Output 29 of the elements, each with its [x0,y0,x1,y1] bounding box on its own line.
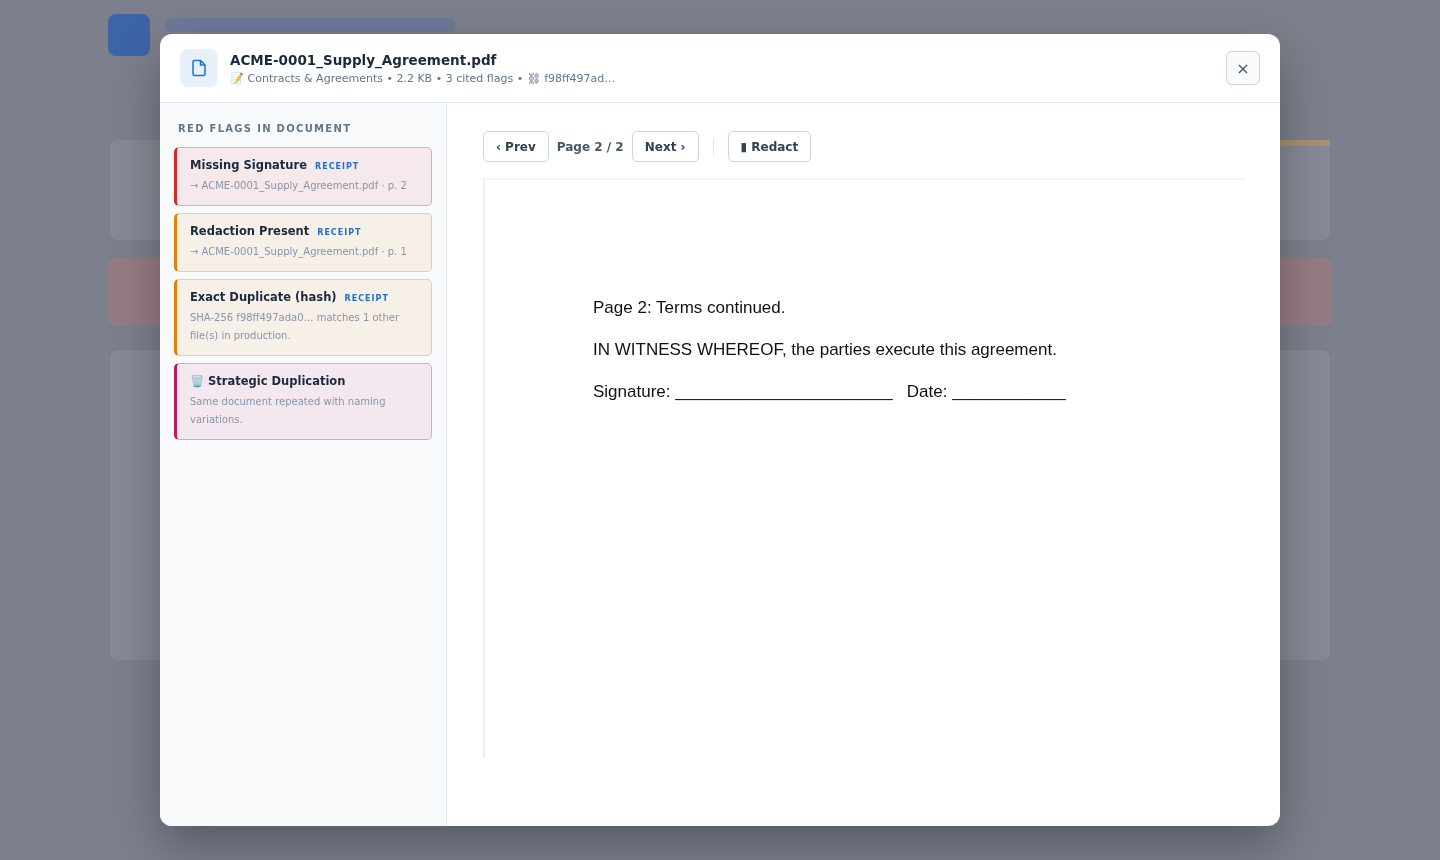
flag-title: Redaction Present [190,224,310,238]
flag-tag: RECEIPT [344,294,389,303]
file-icon [180,49,218,87]
flag-title: 🗑 Strategic Duplication [190,374,346,388]
flag-tag: RECEIPT [317,228,362,237]
blurred-stripe [1280,140,1330,146]
sidebar-heading: RED FLAGS IN DOCUMENT [178,123,353,134]
flag-tag: RECEIPT [315,162,360,171]
flag-detail: → ACME-0001_Supply_Agreement.pdf · p. 1 [190,245,408,260]
prev-button[interactable]: ‹ Prev [483,131,549,162]
document-line: Signature: _______________________ Date: ____________ [593,382,1067,402]
flag-card[interactable]: 🗑 Strategic Duplication Same document repeated with naming variations. [174,363,432,440]
flag-detail: SHA-256 f98ff497ada0… matches 1 other file(s) in production. [190,311,401,343]
flag-card[interactable]: Redaction Present RECEIPT → ACME-0001_Supply_Agreement.pdf · p. 1 [174,213,432,272]
next-button[interactable]: Next › [631,131,699,162]
document-line: Page 2: Terms continued. [593,298,787,318]
close-button[interactable]: × [1226,51,1260,85]
flag-title: Missing Signature [190,158,307,172]
flag-title: Exact Duplicate (hash) [190,290,337,304]
flag-card[interactable]: Exact Duplicate (hash) RECEIPT SHA-256 f98ff497ada0… matches 1 other file(s) in production. [174,279,432,356]
redact-button[interactable]: ▮ Redact [727,131,812,162]
file-meta: 📝 Contracts & Agreements • 2.2 KB • 3 cited flags • ⛓ f98ff497ad… [230,71,617,85]
page-indicator: Page 2 / 2 [556,139,624,154]
dialog-title: ACME-0001_Supply_Agreement.pdf [230,51,498,68]
blurred-logo [108,14,150,56]
flag-detail: → ACME-0001_Supply_Agreement.pdf · p. 2 [190,179,408,194]
document-line: IN WITNESS WHEREOF, the parties execute this agreement. [593,340,1058,360]
flag-detail: Same document repeated with naming variations. [190,395,387,427]
flag-card[interactable]: Missing Signature RECEIPT → ACME-0001_Supply_Agreement.pdf · p. 2 [174,147,432,206]
